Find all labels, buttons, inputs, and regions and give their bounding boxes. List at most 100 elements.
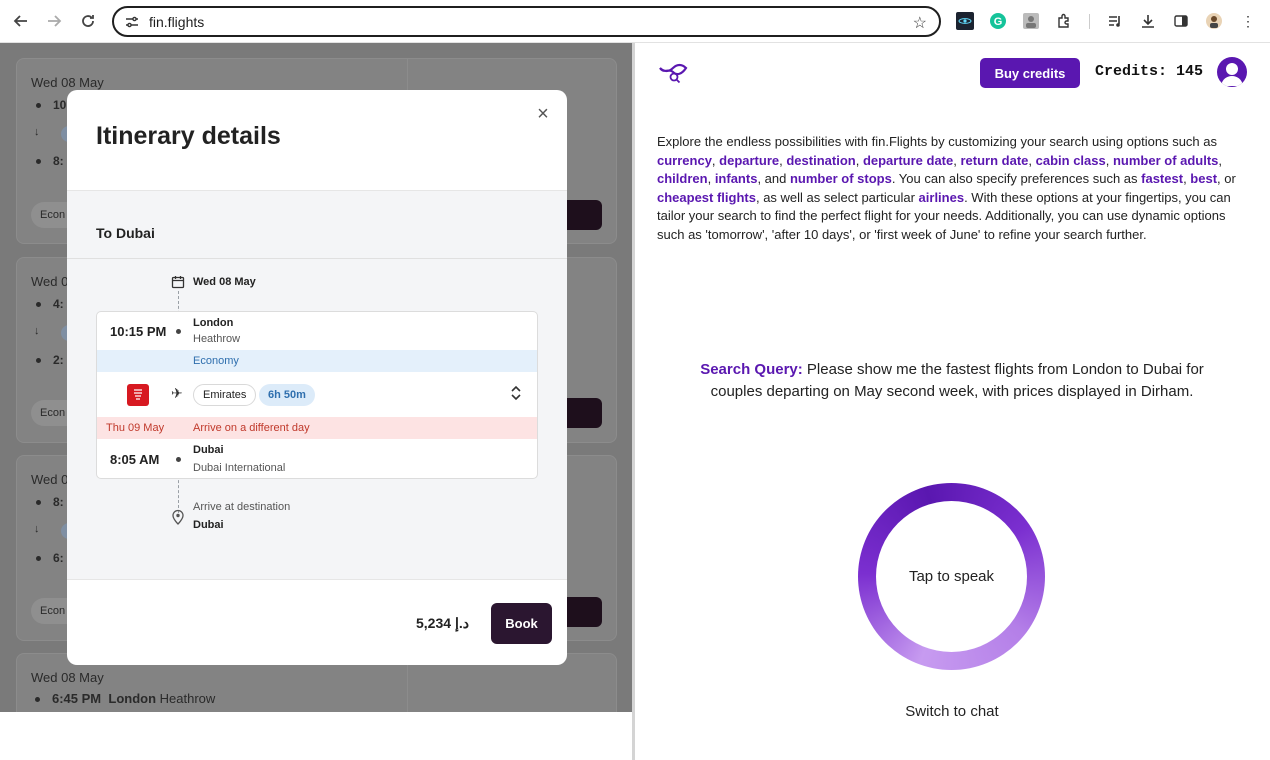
browser-toolbar: fin.flights ☆ G ⋮ bbox=[0, 0, 1270, 43]
avatar-icon[interactable] bbox=[1217, 57, 1247, 87]
cabin-class: Economy bbox=[193, 355, 239, 367]
toolbar-separator bbox=[1089, 14, 1090, 29]
card-leg-row: 6:45 PM London Heathrow bbox=[52, 691, 215, 706]
option-currency: currency bbox=[657, 152, 712, 168]
price-total: 5,234 د.إ bbox=[416, 615, 469, 631]
option-infants: infants bbox=[714, 171, 758, 187]
card-time: 6: bbox=[53, 551, 64, 565]
option-number-of-stops: number of stops bbox=[789, 171, 892, 187]
url-text[interactable]: fin.flights bbox=[149, 14, 204, 30]
destination-label: Arrive at destination bbox=[193, 501, 291, 513]
grammarly-icon[interactable]: G bbox=[988, 11, 1008, 31]
departure-time: 10:15 PM bbox=[110, 324, 167, 339]
extensions-puzzle-icon[interactable] bbox=[1054, 11, 1074, 31]
card-airport: Heathrow bbox=[159, 691, 216, 706]
arrival-airport: Dubai International bbox=[193, 462, 286, 474]
card-time: 8: bbox=[53, 495, 64, 509]
pane-divider[interactable] bbox=[632, 43, 635, 760]
timeline-dot bbox=[36, 358, 41, 363]
timeline-dot bbox=[36, 103, 41, 108]
close-icon[interactable]: × bbox=[533, 104, 553, 124]
option-destination: destination bbox=[786, 152, 856, 168]
logo-icon[interactable] bbox=[657, 62, 689, 84]
flight-segment-card: 10:15 PM London Heathrow Economy ✈ Emira… bbox=[96, 311, 538, 479]
depart-date: Wed 08 May bbox=[193, 276, 256, 288]
card-city: London bbox=[108, 691, 157, 706]
side-panel-icon[interactable] bbox=[1171, 11, 1191, 31]
duration-chip: 6h 50m bbox=[259, 384, 315, 406]
section-divider bbox=[67, 258, 567, 259]
intro-text: . You can also specify preferences such … bbox=[891, 171, 1142, 187]
tap-to-speak-label[interactable]: Tap to speak bbox=[876, 501, 1027, 652]
timeline-dot bbox=[36, 159, 41, 164]
credits-counter: Credits: 145 bbox=[1095, 63, 1204, 80]
card-date: Wed 08 May bbox=[31, 670, 104, 685]
card-time: 8: bbox=[53, 154, 64, 168]
section-heading: To Dubai bbox=[96, 225, 155, 241]
arrival-time: 8:05 AM bbox=[110, 452, 160, 467]
kebab-menu-icon[interactable]: ⋮ bbox=[1238, 11, 1258, 31]
card-time: 2: bbox=[53, 353, 64, 367]
timeline-dot bbox=[176, 329, 181, 334]
option-cabin-class: cabin class bbox=[1035, 152, 1106, 168]
arrow-down-icon: ↓ bbox=[34, 126, 40, 138]
arrival-day: Thu 09 May bbox=[106, 422, 165, 434]
card-time: 10 bbox=[53, 98, 67, 112]
arrow-down-icon: ↓ bbox=[34, 523, 40, 535]
intro-text: , as well as select particular bbox=[755, 189, 919, 205]
address-bar[interactable]: fin.flights ☆ bbox=[112, 6, 941, 37]
voice-input-button[interactable]: Tap to speak bbox=[858, 483, 1045, 670]
profile-extension-icon[interactable] bbox=[1021, 11, 1041, 31]
svg-text:G: G bbox=[994, 16, 1003, 28]
emirates-logo-icon bbox=[127, 384, 149, 406]
left-pane-footer bbox=[0, 712, 632, 760]
arrival-city: Dubai bbox=[193, 444, 224, 456]
option-departure-date: departure date bbox=[862, 152, 954, 168]
download-icon[interactable] bbox=[1138, 11, 1158, 31]
search-query-label: Search Query: bbox=[700, 361, 803, 378]
book-button[interactable]: Book bbox=[491, 603, 552, 644]
calendar-icon bbox=[171, 276, 185, 289]
map-pin-icon bbox=[172, 509, 184, 525]
reload-icon[interactable] bbox=[77, 10, 99, 32]
timeline-dot bbox=[36, 500, 41, 505]
timeline-dot bbox=[176, 457, 181, 462]
card-time: 4: bbox=[53, 297, 64, 311]
option-fastest: fastest bbox=[1141, 171, 1184, 187]
airline-chip: Emirates bbox=[193, 384, 257, 406]
card-date: Wed 08 May bbox=[31, 75, 104, 90]
option-departure: departure bbox=[719, 152, 780, 168]
media-queue-icon[interactable] bbox=[1105, 11, 1125, 31]
option-airlines: airlines bbox=[918, 189, 965, 205]
modal-title: Itinerary details bbox=[96, 122, 281, 150]
switch-to-chat-link[interactable]: Switch to chat bbox=[880, 703, 1024, 720]
destination-city: Dubai bbox=[193, 519, 224, 531]
buy-credits-button[interactable]: Buy credits bbox=[980, 58, 1080, 88]
card-date: Wed 0 bbox=[31, 472, 69, 487]
arrival-notice: Arrive on a different day bbox=[193, 422, 310, 434]
react-devtools-icon[interactable] bbox=[955, 11, 975, 31]
timeline-dot bbox=[36, 556, 41, 561]
search-query: Search Query: Please show me the fastest… bbox=[697, 359, 1207, 403]
intro-text: , or bbox=[1217, 171, 1236, 187]
departure-airport: Heathrow bbox=[193, 333, 241, 345]
forward-arrow-icon[interactable] bbox=[43, 10, 65, 32]
browser-profile-avatar[interactable] bbox=[1204, 11, 1224, 31]
tune-icon[interactable] bbox=[124, 14, 140, 30]
card-time: 6:45 PM bbox=[52, 691, 102, 706]
option-number-of-adults: number of adults bbox=[1112, 152, 1219, 168]
option-return-date: return date bbox=[960, 152, 1029, 168]
chevron-updown-icon[interactable] bbox=[509, 385, 523, 401]
itinerary-body: To Dubai Wed 08 May 10:15 PM London Heat… bbox=[67, 190, 567, 580]
different-day-band: Thu 09 May Arrive on a different day bbox=[97, 417, 537, 439]
itinerary-modal: Itinerary details × To Dubai Wed 08 May … bbox=[67, 90, 567, 665]
arrow-down-icon: ↓ bbox=[34, 325, 40, 337]
departure-city: London bbox=[193, 317, 234, 329]
cabin-class-band: Economy bbox=[97, 350, 537, 372]
star-icon[interactable]: ☆ bbox=[913, 13, 927, 33]
intro-text: Explore the endless possibilities with f… bbox=[657, 134, 1217, 149]
option-cheapest-flights: cheapest flights bbox=[657, 189, 756, 205]
timeline-dot bbox=[35, 697, 40, 702]
back-arrow-icon[interactable] bbox=[10, 10, 32, 32]
option-children: children bbox=[657, 171, 708, 187]
